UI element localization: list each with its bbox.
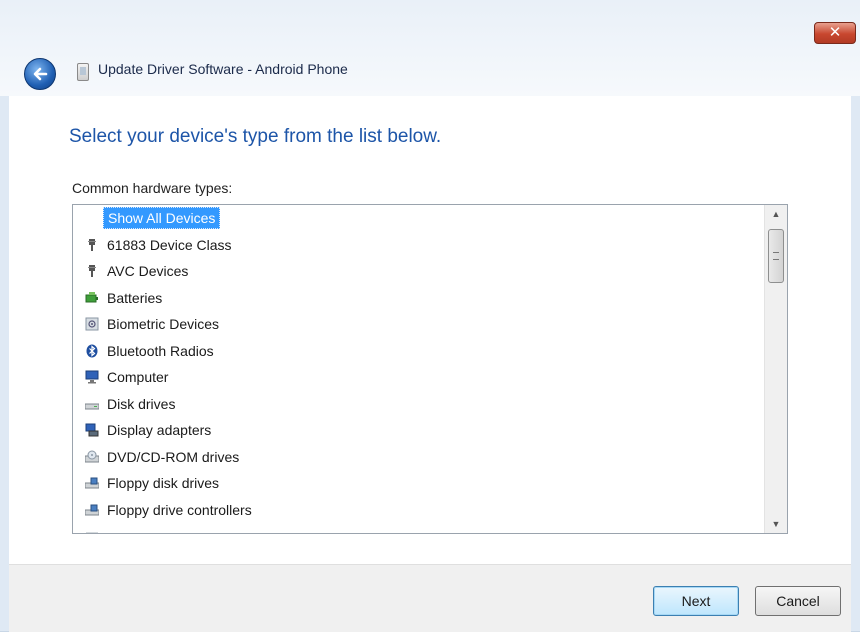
list-scrollbar[interactable]: ▲ ▼ [764,205,787,533]
list-item-disk-drives[interactable]: Disk drives [73,391,759,418]
list-rows: Show All Devices 61883 Device Class AVC … [73,205,759,533]
list-item-label: Computer [107,369,169,385]
back-button[interactable] [24,58,56,90]
plug-icon [88,265,96,277]
list-item-label: Floppy drive controllers [107,501,252,518]
button-bar: Next Cancel [9,564,851,632]
back-arrow-icon [33,67,48,81]
list-item-label: AVC Devices [107,263,189,279]
list-item-show-all-devices[interactable]: Show All Devices [73,205,759,232]
next-button[interactable]: Next [653,586,739,616]
list-item-floppy-drive-controllers[interactable]: Floppy drive controllers [73,497,759,524]
page-heading: Select your device's type from the list … [69,126,442,147]
list-item-floppy-disk-drives[interactable]: Floppy disk drives [73,470,759,497]
list-item-display-adapters[interactable]: Display adapters [73,417,759,444]
floppy-controller-icon [85,504,99,515]
scroll-thumb[interactable] [768,229,784,283]
update-driver-window: ✕ Update Driver Software - Android Phone… [0,0,860,632]
list-item-computer[interactable]: Computer [73,364,759,391]
close-button[interactable]: ✕ [814,22,856,44]
display-adapter-icon [85,423,99,437]
content-area: Select your device's type from the list … [9,96,851,564]
device-icon [77,63,89,81]
dvd-drive-icon [85,450,99,462]
list-item-label: Bluetooth Radios [107,342,214,359]
list-item-dvd-cd-rom-drives[interactable]: DVD/CD-ROM drives [73,444,759,471]
computer-icon [85,370,99,384]
list-item-label: Display adapters [107,422,212,438]
fingerprint-icon [85,317,99,331]
list-item-label: 61883 Device Class [107,236,232,253]
list-item-label: Batteries [107,289,163,306]
list-item-bluetooth-radios[interactable]: Bluetooth Radios [73,338,759,365]
title-bar: ✕ Update Driver Software - Android Phone [0,0,860,96]
battery-icon [85,291,98,302]
list-item-avc-devices[interactable]: AVC Devices [73,258,759,285]
bluetooth-icon [86,344,98,357]
hardware-types-label: Common hardware types: [72,180,233,196]
list-item-label: DVD/CD-ROM drives [107,448,240,465]
list-item-61883-device-class[interactable]: 61883 Device Class [73,232,759,259]
disk-drive-icon [85,403,99,409]
scroll-down-arrow-icon[interactable]: ▼ [765,515,787,533]
list-item-batteries[interactable]: Batteries [73,285,759,312]
device-icon [86,532,98,533]
window-title: Update Driver Software - Android Phone [98,61,348,77]
list-item-partial[interactable] [73,523,759,533]
plug-icon [88,238,96,251]
list-item-label: Biometric Devices [107,316,220,332]
list-item-biometric-devices[interactable]: Biometric Devices [73,311,759,338]
list-item-label: Disk drives [107,395,176,412]
cancel-button[interactable]: Cancel [755,586,841,616]
scroll-up-arrow-icon[interactable]: ▲ [765,205,787,223]
list-item-label: Floppy disk drives [107,475,220,491]
hardware-types-list[interactable]: Show All Devices 61883 Device Class AVC … [72,204,788,534]
floppy-drive-icon [85,477,99,489]
list-item-label: Show All Devices [103,207,221,229]
